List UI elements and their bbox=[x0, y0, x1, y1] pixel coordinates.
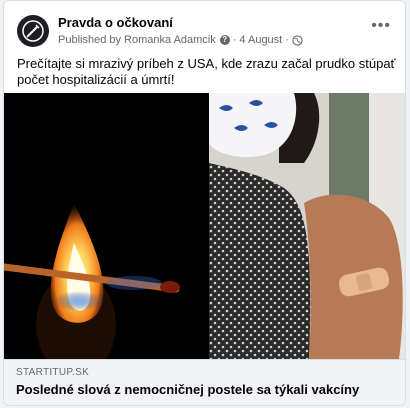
link-domain: STARTITUP.SK bbox=[16, 367, 90, 378]
link-headline[interactable]: Posledné slová z nemocničnej postele sa … bbox=[16, 382, 359, 397]
separator-dot: · bbox=[285, 34, 289, 46]
question-icon[interactable]: ? bbox=[219, 35, 230, 45]
post-meta: Published by Romanka Adamcik ? · 4 Augus… bbox=[58, 34, 303, 46]
masked-woman-with-bandage-image bbox=[209, 93, 405, 359]
post-card: Pravda o očkovaní Published by Romanka A… bbox=[3, 0, 406, 406]
syringe-logo-icon bbox=[22, 20, 44, 42]
separator-dot: · bbox=[232, 34, 237, 46]
post-text: Prečítajte si mrazivý príbeh z USA, kde … bbox=[17, 56, 396, 87]
page-name-link[interactable]: Pravda o očkovaní bbox=[58, 15, 173, 30]
link-preview-image[interactable] bbox=[4, 93, 405, 377]
published-by-label: Published by Romanka Adamcik bbox=[58, 34, 216, 46]
burning-match-image bbox=[4, 93, 209, 377]
more-options-icon[interactable]: ••• bbox=[371, 17, 391, 35]
page-avatar[interactable] bbox=[17, 15, 49, 47]
post-date-link[interactable]: 4 August bbox=[239, 34, 282, 46]
globe-icon bbox=[292, 34, 303, 46]
post-header: Pravda o očkovaní Published by Romanka A… bbox=[17, 13, 395, 51]
link-preview-footer[interactable]: STARTITUP.SK Posledné slová z nemocnične… bbox=[4, 359, 405, 405]
